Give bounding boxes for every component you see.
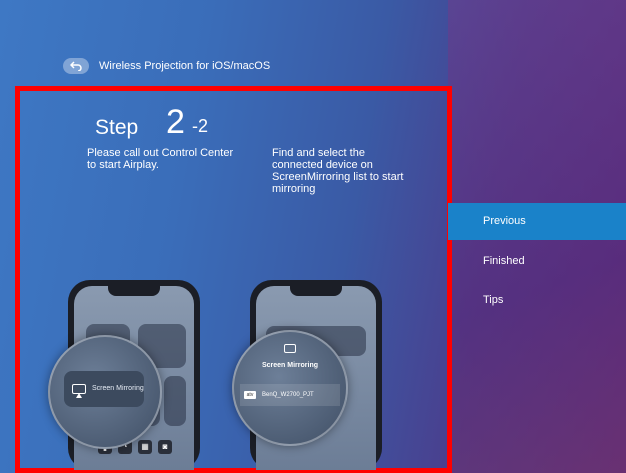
instruction-left: Please call out Control Center to start … [87, 147, 234, 171]
back-button[interactable] [63, 58, 89, 74]
apple-tv-icon: atv [244, 391, 256, 399]
page-header: Wireless Projection for iOS/macOS [63, 58, 270, 74]
magnifier-control-center: Screen Mirroring [48, 335, 162, 449]
control-tile [164, 376, 186, 426]
page-title: Wireless Projection for iOS/macOS [99, 60, 271, 72]
back-arrow-icon [70, 61, 82, 71]
step-label: Step [95, 116, 139, 139]
screen-mirroring-tile[interactable]: Screen Mirroring [64, 371, 144, 407]
device-name: BenQ_W2700_PJT [262, 392, 314, 398]
step-number: 2 [166, 103, 185, 141]
phone-notch [108, 286, 160, 296]
device-list-item[interactable]: atv BenQ_W2700_PJT [240, 384, 340, 406]
step-subnumber: -2 [192, 116, 209, 136]
airplay-icon [72, 384, 86, 398]
menu-item-previous[interactable]: Previous [448, 203, 626, 240]
screen-mirroring-title: Screen Mirroring [261, 362, 318, 369]
menu-item-tips[interactable]: Tips [448, 294, 626, 306]
screen-mirroring-label: Screen Mirroring [92, 385, 144, 392]
menu-item-finished[interactable]: Finished [448, 255, 626, 267]
camera-icon: ◙ [158, 440, 172, 454]
instruction-right: Find and select the connected device on … [272, 147, 404, 195]
screen-mirroring-icon [284, 344, 296, 353]
projection-screen: Wireless Projection for iOS/macOS Step 2… [0, 0, 626, 473]
calculator-icon: ▦ [138, 440, 152, 454]
magnifier-screen-mirroring: Screen Mirroring atv BenQ_W2700_PJT [232, 330, 348, 446]
phone-notch [290, 286, 342, 296]
